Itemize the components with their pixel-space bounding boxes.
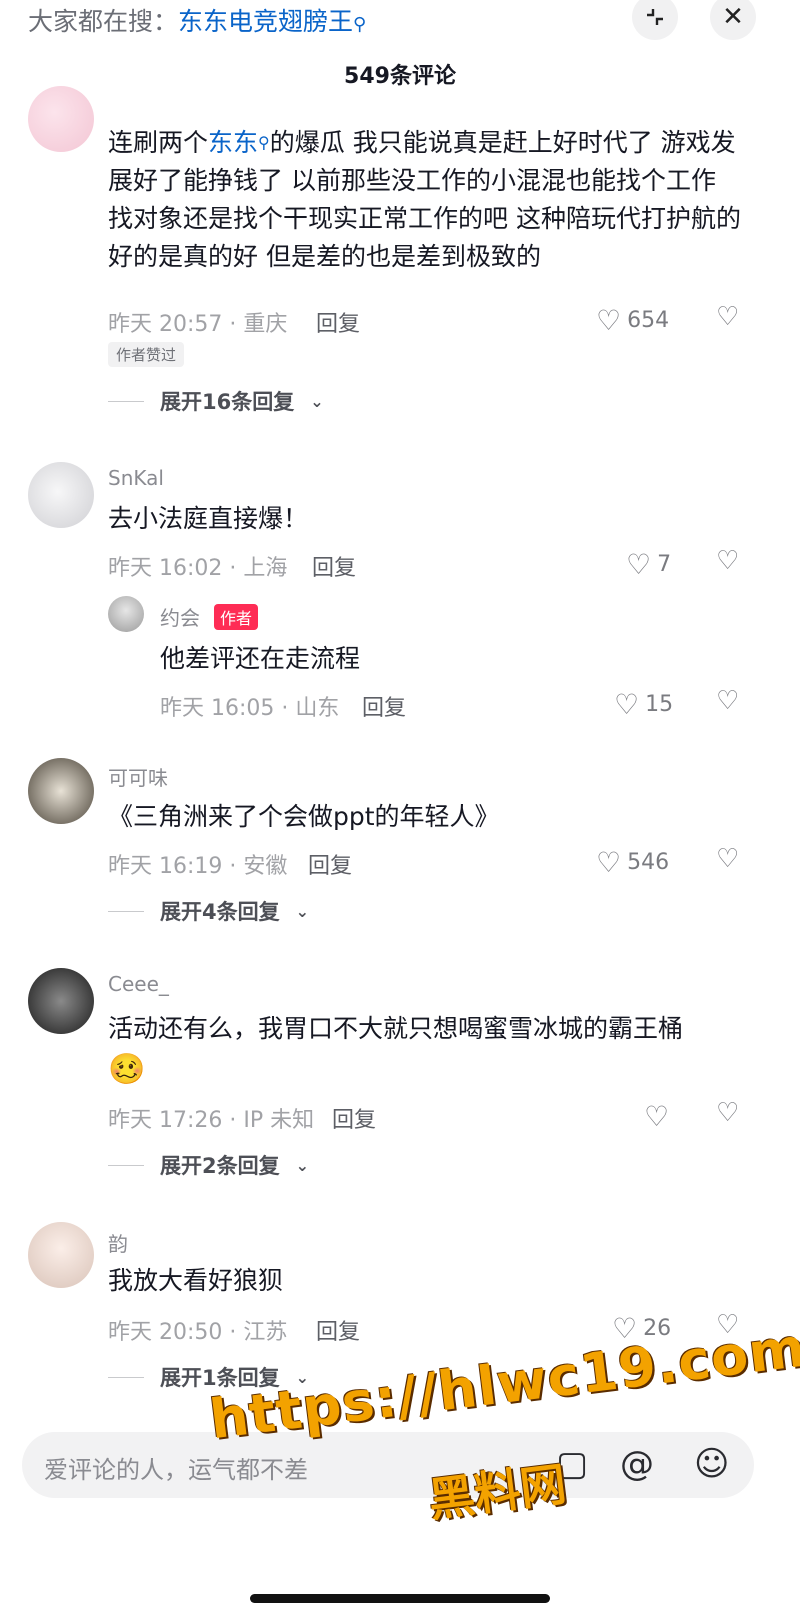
expand-replies-button[interactable]: 展开2条回复 ⌄ bbox=[108, 1150, 309, 1180]
avatar[interactable] bbox=[28, 86, 94, 152]
divider bbox=[108, 1164, 144, 1166]
reply-button[interactable]: 回复 bbox=[308, 848, 352, 880]
heart-icon: ♡ bbox=[596, 846, 622, 879]
like-count: 546 bbox=[627, 850, 670, 875]
heart-icon: ♡ bbox=[596, 304, 622, 337]
divider bbox=[108, 910, 144, 912]
chevron-down-icon: ⌄ bbox=[295, 1155, 310, 1175]
divider bbox=[108, 1376, 144, 1378]
emoji-icon[interactable]: ☺ bbox=[694, 1444, 729, 1484]
like-button[interactable]: ♡ 15 bbox=[614, 688, 673, 721]
dislike-button[interactable]: ♡ bbox=[716, 1098, 739, 1128]
close-icon: ✕ bbox=[722, 2, 744, 32]
home-indicator[interactable] bbox=[250, 1594, 550, 1603]
comment-meta: 昨天 16:05 · 山东 bbox=[160, 696, 340, 721]
chevron-down-icon: ⌄ bbox=[295, 901, 310, 921]
broken-heart-icon: ♡ bbox=[716, 302, 740, 332]
comment-text: 《三角洲来了个会做ppt的年轻人》 bbox=[108, 802, 500, 831]
chevron-down-icon: ⌄ bbox=[310, 391, 324, 411]
author-liked-tag: 作者赞过 bbox=[108, 342, 185, 367]
search-icon: ⚲ bbox=[258, 133, 270, 152]
avatar[interactable] bbox=[108, 596, 144, 632]
heart-icon: ♡ bbox=[614, 688, 640, 721]
comment-text: 去小法庭直接爆！ bbox=[108, 504, 309, 533]
close-button[interactable]: ✕ bbox=[710, 0, 756, 40]
username[interactable]: 韵 bbox=[108, 1228, 128, 1257]
comment-text-part: 连刷两个 bbox=[108, 128, 209, 157]
reply-text: 他差评还在走流程 bbox=[160, 644, 361, 673]
expand-replies-label: 展开16条回复 bbox=[160, 390, 295, 414]
comment-count: 549条评论 bbox=[344, 64, 456, 89]
watermark-url: https://hlwc19.com bbox=[206, 1315, 800, 1452]
search-suggestion-prefix: 大家都在搜： bbox=[28, 7, 179, 36]
username[interactable]: SnKal bbox=[108, 466, 164, 490]
search-suggestion-keyword[interactable]: 东东电竞翅膀王 bbox=[178, 7, 353, 36]
like-button[interactable]: ♡ 654 bbox=[596, 304, 669, 337]
avatar[interactable] bbox=[28, 758, 94, 824]
search-icon: ⚲ bbox=[353, 14, 367, 35]
dizzy-face-emoji: 🥴 bbox=[108, 1052, 146, 1087]
search-suggestion[interactable]: 大家都在搜：东东电竞翅膀王⚲ bbox=[28, 2, 366, 38]
reply-button[interactable]: 回复 bbox=[362, 690, 406, 722]
reply-button[interactable]: 回复 bbox=[312, 550, 356, 582]
dislike-button[interactable]: ♡ bbox=[716, 546, 739, 576]
broken-heart-icon: ♡ bbox=[716, 1098, 740, 1128]
collapse-button[interactable] bbox=[632, 0, 678, 40]
expand-replies-label: 展开2条回复 bbox=[160, 1154, 280, 1178]
like-button[interactable]: ♡ 546 bbox=[596, 846, 669, 879]
comment-meta: 昨天 20:57 · 重庆 bbox=[108, 312, 288, 337]
username[interactable]: 约会 bbox=[160, 602, 200, 631]
divider bbox=[108, 400, 144, 402]
username[interactable]: Ceee_ bbox=[108, 972, 169, 996]
like-count: 15 bbox=[645, 692, 674, 717]
avatar[interactable] bbox=[28, 462, 94, 528]
broken-heart-icon: ♡ bbox=[716, 686, 740, 716]
heart-icon: ♡ bbox=[644, 1100, 670, 1133]
comment-text: 活动还有么，我胃口不大就只想喝蜜雪冰城的霸王桶 bbox=[108, 1014, 684, 1043]
reply-button[interactable]: 回复 bbox=[316, 306, 360, 338]
like-count: 7 bbox=[657, 552, 672, 577]
broken-heart-icon: ♡ bbox=[716, 546, 740, 576]
expand-replies-button[interactable]: 展开16条回复 ⌄ bbox=[108, 386, 324, 416]
comment-meta: 昨天 20:50 · 江苏 bbox=[108, 1320, 288, 1345]
username[interactable]: 可可味 bbox=[108, 762, 168, 791]
author-tag: 作者 bbox=[214, 604, 259, 630]
like-button[interactable]: ♡ 7 bbox=[626, 548, 671, 581]
avatar[interactable] bbox=[28, 968, 94, 1034]
comment-text: 我放大看好狼狈 bbox=[108, 1266, 284, 1295]
mention-icon[interactable]: @ bbox=[620, 1444, 654, 1484]
comment-input-placeholder[interactable]: 爱评论的人，运气都不差 bbox=[44, 1450, 308, 1485]
comment-meta: 昨天 16:19 · 安徽 bbox=[108, 854, 288, 879]
like-button[interactable]: ♡ bbox=[644, 1100, 675, 1133]
reply-button[interactable]: 回复 bbox=[316, 1314, 360, 1346]
dislike-button[interactable]: ♡ bbox=[716, 844, 739, 874]
like-count: 654 bbox=[627, 308, 670, 333]
comment-meta: 昨天 17:26 · IP 未知 bbox=[108, 1108, 315, 1133]
expand-replies-button[interactable]: 展开4条回复 ⌄ bbox=[108, 896, 309, 926]
comment-text: 连刷两个东东⚲的爆瓜 我只能说真是赶上好时代了 游戏发展好了能挣钱了 以前那些没… bbox=[108, 124, 748, 276]
dislike-button[interactable]: ♡ bbox=[716, 686, 739, 716]
comment-meta: 昨天 16:02 · 上海 bbox=[108, 556, 288, 581]
expand-replies-label: 展开4条回复 bbox=[160, 900, 280, 924]
heart-icon: ♡ bbox=[626, 548, 652, 581]
reply-button[interactable]: 回复 bbox=[332, 1102, 376, 1134]
topic-link[interactable]: 东东 bbox=[208, 128, 258, 157]
avatar[interactable] bbox=[28, 1222, 94, 1288]
collapse-icon bbox=[647, 9, 663, 25]
dislike-button[interactable]: ♡ bbox=[716, 302, 739, 332]
broken-heart-icon: ♡ bbox=[716, 844, 740, 874]
